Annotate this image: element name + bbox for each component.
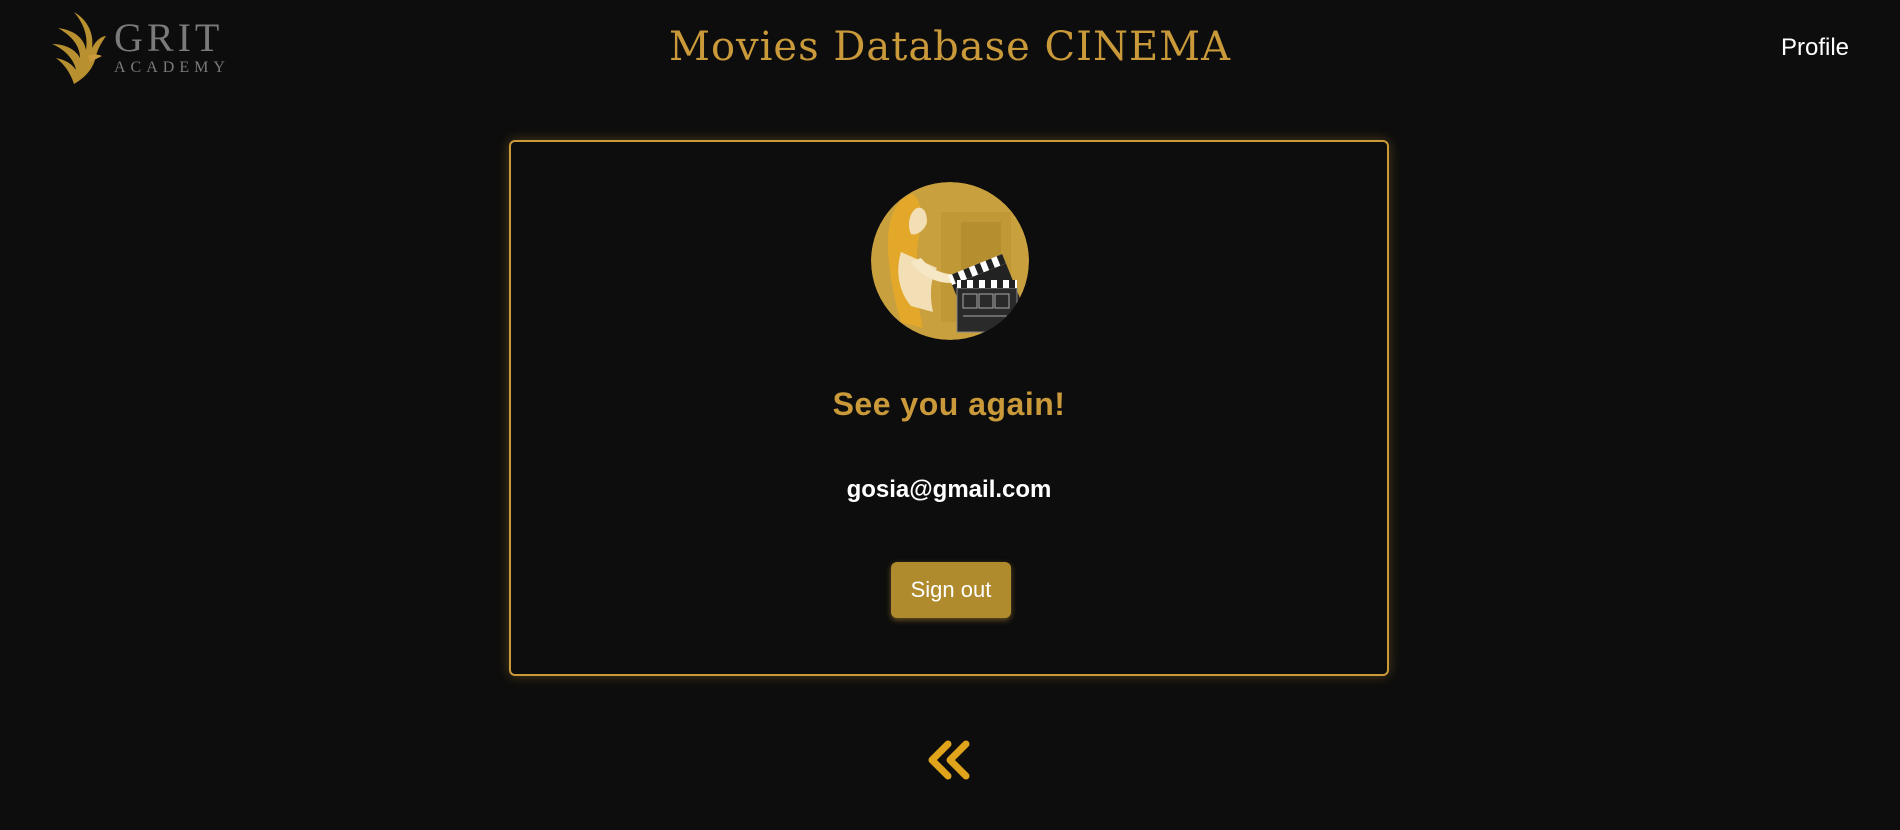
greeting-heading: See you again!	[832, 386, 1066, 422]
avatar-illustration-icon	[871, 182, 1029, 340]
avatar	[871, 182, 1029, 340]
site-header: GRIT ACADEMY Movies Database CINEMA Prof…	[0, 0, 1900, 100]
sign-out-button[interactable]: Sign out	[891, 562, 1011, 618]
signout-card: See you again! gosia@gmail.com Sign out	[509, 140, 1389, 676]
profile-link[interactable]: Profile	[1781, 34, 1849, 62]
back-button[interactable]	[926, 738, 974, 782]
double-chevron-left-icon	[928, 740, 970, 780]
user-email: gosia@gmail.com	[846, 476, 1052, 503]
site-title: Movies Database CINEMA	[669, 24, 1231, 70]
